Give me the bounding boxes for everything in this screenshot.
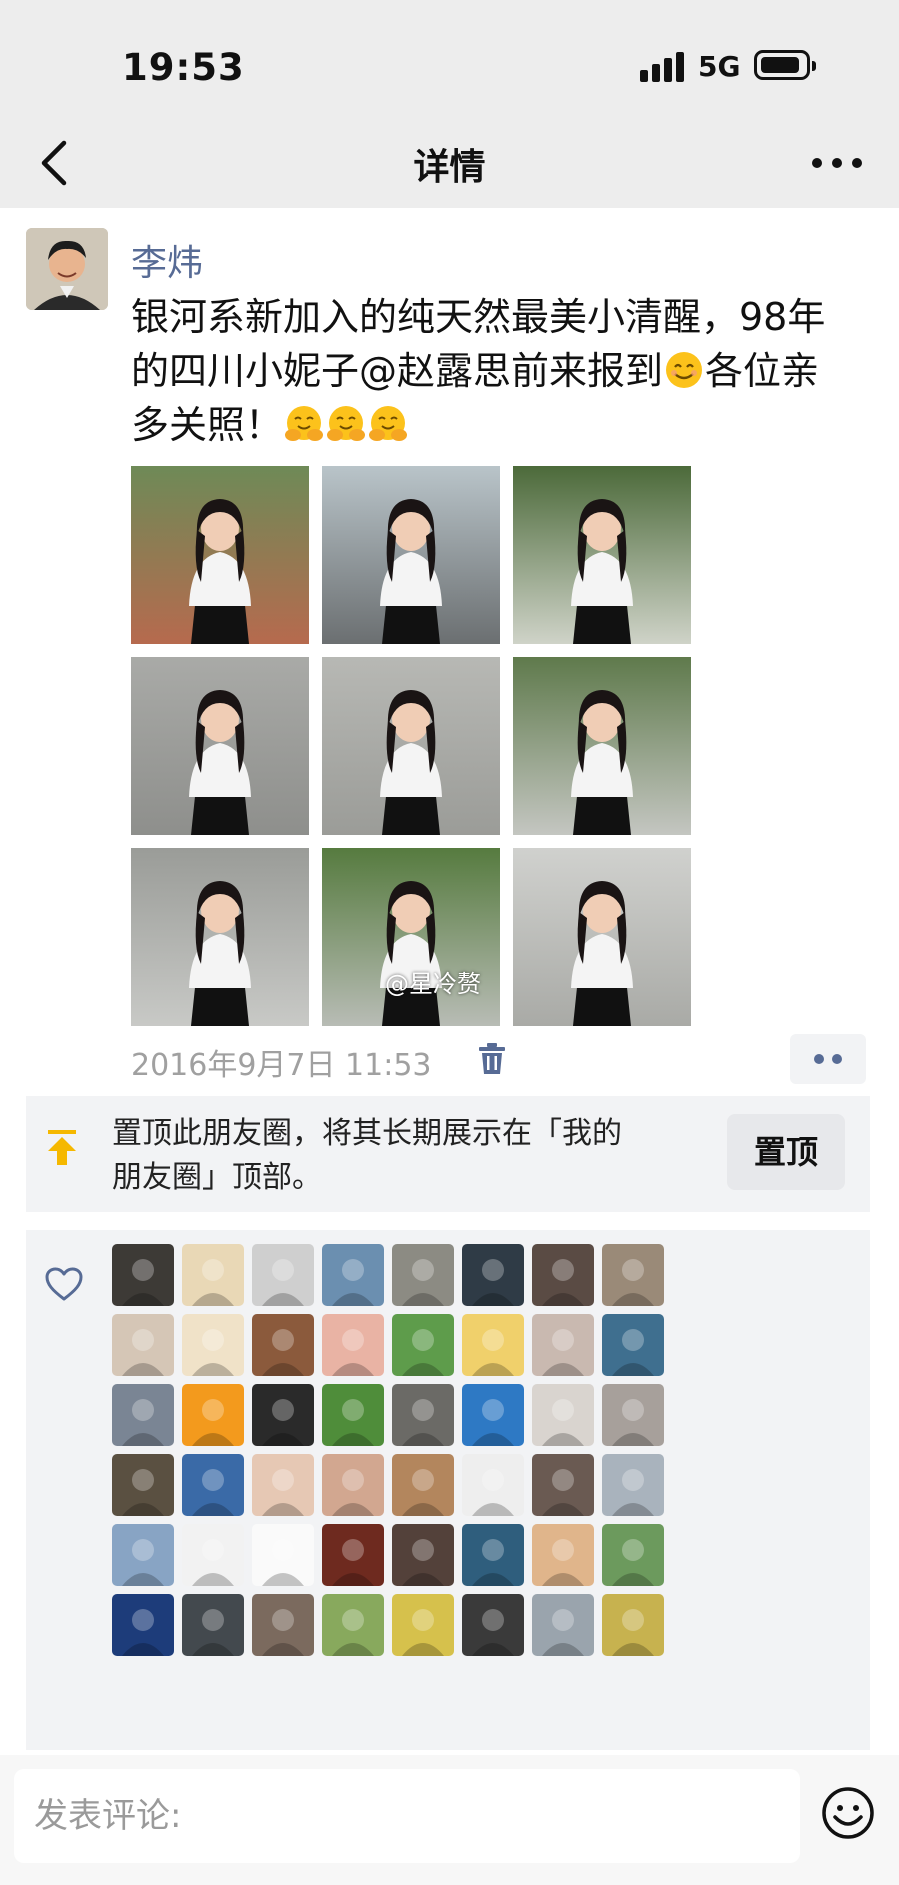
pin-description: 置顶此朋友圈，将其长期展示在「我的 朋友圈」顶部。 (112, 1112, 712, 1200)
page-title: 详情 (413, 147, 486, 188)
liker-avatar[interactable] (182, 1314, 244, 1376)
liker-avatar[interactable] (602, 1524, 664, 1586)
top-bar: 19:53 5G 详情 (0, 0, 899, 208)
liker-avatar[interactable] (462, 1594, 524, 1656)
liker-avatar[interactable] (112, 1244, 174, 1306)
liker-avatar[interactable] (252, 1244, 314, 1306)
liker-avatar[interactable] (392, 1244, 454, 1306)
liker-avatar[interactable] (602, 1454, 664, 1516)
liker-avatar[interactable] (252, 1594, 314, 1656)
author-name[interactable]: 李炜 (131, 234, 203, 286)
liker-avatar[interactable] (182, 1594, 244, 1656)
more-icon[interactable] (812, 158, 862, 170)
smile-emoji-icon[interactable] (820, 1785, 876, 1841)
smile-emoji-icon (666, 352, 703, 388)
pin-button[interactable]: 置顶 (727, 1114, 845, 1190)
liker-avatar[interactable] (532, 1454, 594, 1516)
liker-avatar[interactable] (532, 1594, 594, 1656)
post-text-segment: 各位亲 (705, 349, 820, 393)
trash-icon[interactable] (477, 1042, 507, 1076)
heart-icon[interactable] (44, 1266, 84, 1302)
liker-avatar[interactable] (392, 1524, 454, 1586)
post-photo[interactable] (513, 466, 691, 644)
liker-avatar[interactable] (182, 1384, 244, 1446)
liker-avatar[interactable] (532, 1314, 594, 1376)
post-text-segment: 前来报到 (511, 349, 664, 393)
liker-avatar[interactable] (112, 1314, 174, 1376)
liker-avatar[interactable] (392, 1384, 454, 1446)
post-photo[interactable] (131, 466, 309, 644)
post-photo[interactable] (513, 848, 691, 1026)
image-watermark: @星冷赘 (385, 970, 481, 998)
liker-avatar[interactable] (462, 1244, 524, 1306)
post-photo[interactable] (131, 848, 309, 1026)
liker-avatar[interactable] (322, 1594, 384, 1656)
post-text-line-3: 多关照！ (131, 398, 876, 452)
hug-emoji-icon (369, 406, 408, 441)
liker-avatar[interactable] (322, 1384, 384, 1446)
post-text-segment: 多关照！ (131, 403, 284, 447)
liker-avatar[interactable] (112, 1454, 174, 1516)
liker-avatar[interactable] (602, 1314, 664, 1376)
post-photo[interactable] (513, 657, 691, 835)
likes-panel (26, 1230, 870, 1750)
post-text: 银河系新加入的纯天然最美小清醒，98年 的四川小妮子@赵露思前来报到 各位亲 多关… (131, 290, 876, 452)
liker-avatar[interactable] (252, 1314, 314, 1376)
liker-avatar[interactable] (462, 1384, 524, 1446)
comment-input[interactable]: 发表评论: (14, 1769, 800, 1863)
liker-avatar[interactable] (182, 1244, 244, 1306)
liker-avatar[interactable] (252, 1454, 314, 1516)
liker-avatar[interactable] (322, 1524, 384, 1586)
photo-grid (131, 466, 691, 1026)
liker-avatar[interactable] (532, 1524, 594, 1586)
pin-text-line-2: 朋友圈」顶部。 (112, 1160, 322, 1195)
hug-emoji-icon (327, 406, 366, 441)
liker-avatar[interactable] (392, 1594, 454, 1656)
post-text-line-1: 银河系新加入的纯天然最美小清醒，98年 (131, 295, 826, 339)
liker-avatar[interactable] (322, 1314, 384, 1376)
post-photo[interactable] (322, 848, 500, 1026)
post-photo[interactable] (131, 657, 309, 835)
liker-avatar[interactable] (392, 1314, 454, 1376)
liker-avatar[interactable] (322, 1454, 384, 1516)
signal-icon (640, 52, 686, 82)
pin-text-line-1: 置顶此朋友圈，将其长期展示在「我的 (112, 1116, 622, 1151)
liker-avatar[interactable] (532, 1244, 594, 1306)
liker-avatar[interactable] (392, 1454, 454, 1516)
liker-avatar[interactable] (112, 1524, 174, 1586)
liker-avatar[interactable] (112, 1384, 174, 1446)
liker-avatar[interactable] (182, 1454, 244, 1516)
post-photo[interactable] (322, 657, 500, 835)
liker-avatar[interactable] (462, 1454, 524, 1516)
liker-avatar[interactable] (602, 1244, 664, 1306)
battery-icon (754, 50, 816, 80)
status-time: 19:53 (122, 46, 245, 89)
liker-avatar[interactable] (322, 1244, 384, 1306)
author-avatar[interactable] (26, 228, 108, 310)
liker-avatar[interactable] (252, 1524, 314, 1586)
pin-top-icon (46, 1128, 78, 1168)
mention-link[interactable]: @赵露思 (359, 349, 511, 393)
liker-avatar[interactable] (252, 1384, 314, 1446)
pin-banner: 置顶此朋友圈，将其长期展示在「我的 朋友圈」顶部。 置顶 (26, 1096, 870, 1212)
post-photo[interactable] (322, 466, 500, 644)
liker-avatar[interactable] (532, 1384, 594, 1446)
liker-avatar[interactable] (112, 1594, 174, 1656)
hug-emoji-icon (285, 406, 324, 441)
more-actions-icon[interactable] (790, 1034, 866, 1084)
post-timestamp: 2016年9月7日 11:53 (131, 1048, 432, 1083)
liker-avatar[interactable] (462, 1524, 524, 1586)
liker-avatar[interactable] (602, 1384, 664, 1446)
post-text-line-2: 的四川小妮子@赵露思前来报到 各位亲 (131, 344, 876, 398)
network-label: 5G (698, 50, 741, 83)
comment-bar: 发表评论: (0, 1755, 899, 1885)
post-text-segment: 的四川小妮子 (131, 349, 360, 393)
liker-avatar[interactable] (462, 1314, 524, 1376)
liker-avatar[interactable] (182, 1524, 244, 1586)
liker-avatar[interactable] (602, 1594, 664, 1656)
